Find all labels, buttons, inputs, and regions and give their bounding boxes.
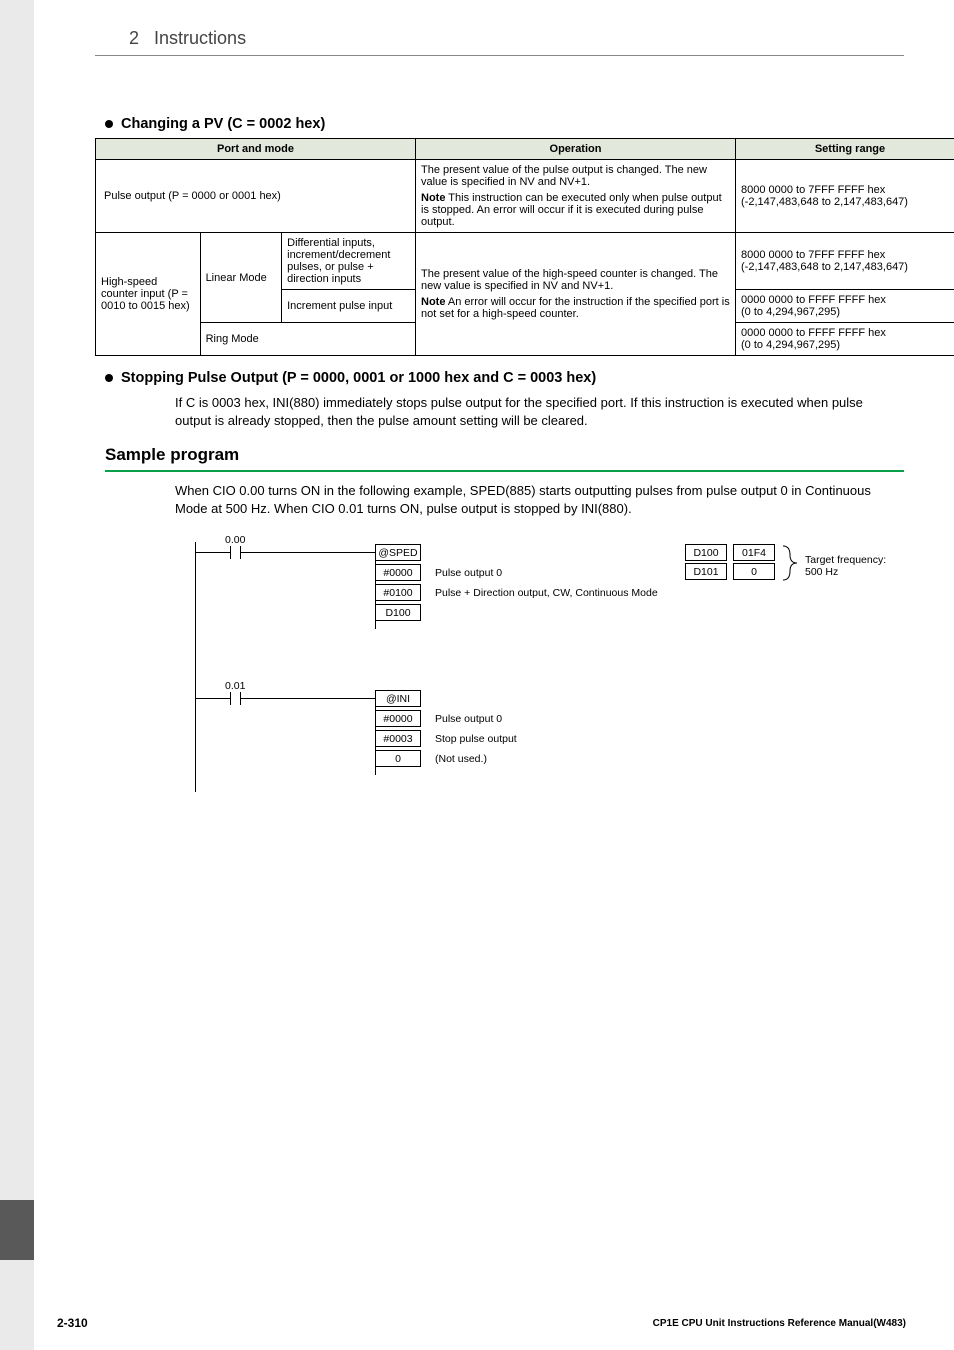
contact-bar xyxy=(230,546,231,559)
heading-changing-pv-text: Changing a PV (C = 0002 hex) xyxy=(121,116,325,132)
cell-range-inc: 0000 0000 to FFFF FFFF hex (0 to 4,294,9… xyxy=(736,290,954,323)
arg-ini-2: 0 xyxy=(375,750,421,767)
cell-hs-counter: High-speed counter input (P = 0010 to 00… xyxy=(96,233,201,356)
range-line: (-2,147,483,648 to 2,147,483,647) xyxy=(741,261,954,273)
cell-inc-input: Increment pulse input xyxy=(282,290,416,323)
arg-ini-1: #0003 xyxy=(375,730,421,747)
desc-ini-1: Stop pulse output xyxy=(435,733,517,745)
para-sample: When CIO 0.00 turns ON in the following … xyxy=(175,482,874,517)
page-footer: 2-310 CP1E CPU Unit Instructions Referen… xyxy=(57,1316,906,1330)
reg-d101: D101 xyxy=(685,563,727,580)
range-line: 8000 0000 to 7FFF FFFF hex xyxy=(741,184,954,196)
cell-range-diff: 8000 0000 to 7FFF FFFF hex (-2,147,483,6… xyxy=(736,233,954,290)
contact-gap xyxy=(230,552,240,553)
note-label: Note xyxy=(421,192,445,204)
section-number: 2 xyxy=(129,28,139,48)
reg-d101-val: 0 xyxy=(733,563,775,580)
pv-change-table: Port and mode Operation Setting range Pu… xyxy=(95,138,954,356)
sidebar-shade xyxy=(0,0,34,1350)
range-line: 8000 0000 to 7FFF FFFF hex xyxy=(741,249,954,261)
contact-bar xyxy=(240,692,241,705)
contact-gap xyxy=(230,698,240,699)
arg-sped-1: #0100 xyxy=(375,584,421,601)
arg-sped-0: #0000 xyxy=(375,564,421,581)
contact-bar xyxy=(240,546,241,559)
desc-ini-2: (Not used.) xyxy=(435,753,487,765)
page-number: 2-310 xyxy=(57,1316,88,1330)
reg-d100-val: 01F4 xyxy=(733,544,775,561)
heading-stopping-pulse-text: Stopping Pulse Output (P = 0000, 0001 or… xyxy=(121,370,596,386)
cio-0-label: 0.00 xyxy=(225,534,245,546)
heading-sample-program: Sample program xyxy=(105,445,904,472)
range-line: (-2,147,483,648 to 2,147,483,647) xyxy=(741,196,954,208)
th-port: Port and mode xyxy=(96,139,416,160)
target-freq: Target frequency: 500 Hz xyxy=(805,554,904,578)
wire xyxy=(195,552,375,553)
heading-changing-pv: Changing a PV (C = 0002 hex) xyxy=(105,116,904,132)
op-ini: @INI xyxy=(375,690,421,707)
sidebar-tab-marker xyxy=(0,1200,34,1260)
range-line: (0 to 4,294,967,295) xyxy=(741,339,954,351)
table-row: Pulse output (P = 0000 or 0001 hex) The … xyxy=(96,160,954,233)
arg-ini-0: #0000 xyxy=(375,710,421,727)
bullet-icon xyxy=(105,120,113,128)
doc-title: CP1E CPU Unit Instructions Reference Man… xyxy=(653,1318,906,1329)
range-line: 0000 0000 to FFFF FFFF hex xyxy=(741,294,954,306)
section-title: Instructions xyxy=(154,28,246,48)
contact-bar xyxy=(230,692,231,705)
desc-ini-0: Pulse output 0 xyxy=(435,713,502,725)
op-text: The present value of the pulse output is… xyxy=(421,164,707,188)
note-text: This instruction can be executed only wh… xyxy=(421,192,722,228)
reg-d100: D100 xyxy=(685,544,727,561)
wire xyxy=(195,698,375,699)
brace-icon xyxy=(780,544,800,582)
bullet-icon xyxy=(105,374,113,382)
cio-1-label: 0.01 xyxy=(225,680,245,692)
cell-range-ring: 0000 0000 to FFFF FFFF hex (0 to 4,294,9… xyxy=(736,323,954,356)
desc-sped-1: Pulse + Direction output, CW, Continuous… xyxy=(435,587,658,599)
para-stop: If C is 0003 hex, INI(880) immediately s… xyxy=(175,394,874,429)
cell-diff-inputs: Differential inputs, increment/decrement… xyxy=(282,233,416,290)
page-header: 2 Instructions xyxy=(129,28,904,49)
cell-op-hs: The present value of the high-speed coun… xyxy=(416,233,736,356)
cell-range-pulse: 8000 0000 to 7FFF FFFF hex (-2,147,483,6… xyxy=(736,160,954,233)
range-line: 0000 0000 to FFFF FFFF hex xyxy=(741,327,954,339)
arg-sped-2: D100 xyxy=(375,604,421,621)
th-range: Setting range xyxy=(736,139,954,160)
th-operation: Operation xyxy=(416,139,736,160)
cell-linear-mode: Linear Mode xyxy=(200,233,282,323)
cell-pulse-output: Pulse output (P = 0000 or 0001 hex) xyxy=(96,160,416,233)
note-text: An error will occur for the instruction … xyxy=(421,296,730,320)
cell-ring-mode: Ring Mode xyxy=(200,323,415,356)
note-label: Note xyxy=(421,296,445,308)
range-line: (0 to 4,294,967,295) xyxy=(741,306,954,318)
power-rail xyxy=(195,542,196,792)
op-text: The present value of the high-speed coun… xyxy=(421,268,718,292)
table-row: High-speed counter input (P = 0010 to 00… xyxy=(96,233,954,290)
op-sped: @SPED xyxy=(375,544,421,561)
heading-stopping-pulse: Stopping Pulse Output (P = 0000, 0001 or… xyxy=(105,370,904,386)
desc-sped-0: Pulse output 0 xyxy=(435,567,502,579)
ladder-diagram: 0.00 @SPED #0000 #0100 D100 Pulse output… xyxy=(145,532,904,792)
cell-op-pulse: The present value of the pulse output is… xyxy=(416,160,736,233)
